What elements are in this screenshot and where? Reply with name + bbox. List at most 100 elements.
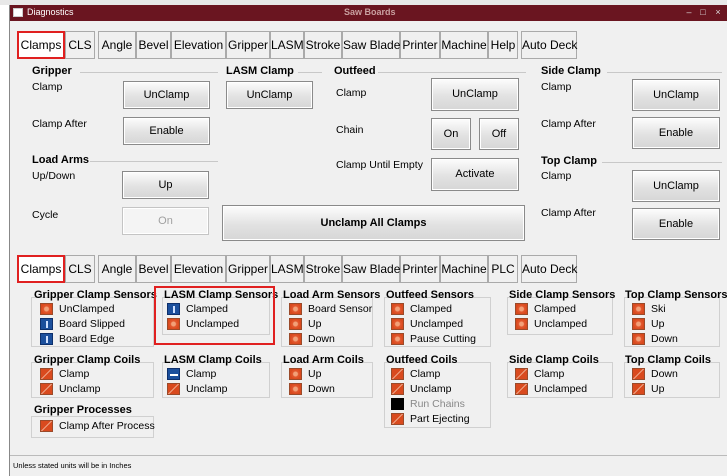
gripper-processes-title: Gripper Processes [34,404,132,416]
coil-label: Clamp [410,368,441,380]
lasm-clamp-title: LASM Clamp [226,65,294,77]
coil-icon [289,368,302,380]
unclamp-all-button[interactable]: Unclamp All Clamps [222,205,525,241]
outfeed-chain-off-button[interactable]: Off [479,118,519,150]
top-tab-auto-deck[interactable]: Auto Deck [521,31,577,59]
side-clamp-enable-button[interactable]: Enable [632,117,720,149]
load-arms-cycle-on-button[interactable]: On [122,207,209,235]
app-icon [13,8,23,17]
top-tab-saw-blade[interactable]: Saw Blade [342,31,400,59]
bottom-tab-cls[interactable]: CLS [65,255,95,283]
gripper-enable-button[interactable]: Enable [123,117,210,145]
top-tab-bevel[interactable]: Bevel [136,31,171,59]
bottom-tab-lasm[interactable]: LASM [270,255,304,283]
gripper-coils-title: Gripper Clamp Coils [34,354,141,366]
sensor-label: Pause Cutting [410,333,476,345]
indicator-icon [515,303,528,315]
coil-icon [515,368,528,380]
gripper-sensors-title: Gripper Clamp Sensors [34,289,157,301]
top-clamp-title-line [602,162,722,163]
lasm-coils-title: LASM Clamp Coils [164,354,262,366]
sensor-label: Up [308,318,322,330]
coil-icon [167,383,180,395]
minimize-icon[interactable]: – [682,7,696,18]
gripper-unclamp-button[interactable]: UnClamp [123,81,210,109]
coil-icon [391,368,404,380]
side-clamp-coils-title: Side Clamp Coils [509,354,599,366]
top-clamp-clamp-label: Clamp [541,170,572,182]
load-arms-updown-label: Up/Down [32,170,76,182]
coil-label: Clamp [186,368,217,380]
indicator-icon [289,318,302,330]
load-arms-up-button[interactable]: Up [122,171,209,199]
side-clamp-unclamp-button[interactable]: UnClamp [632,79,720,111]
load-arms-title-line [90,161,218,162]
outfeed-chain-on-button[interactable]: On [431,118,471,150]
sensor-label: Board Edge [59,333,115,345]
coil-icon [289,383,302,395]
top-clamp-unclamp-button[interactable]: UnClamp [632,170,720,202]
top-tab-cls[interactable]: CLS [65,31,95,59]
coil-label: Up [308,368,322,380]
bottom-tab-plc[interactable]: PLC [488,255,518,283]
top-tab-gripper[interactable]: Gripper [226,31,270,59]
lasm-clamp-title-line [298,72,322,73]
coil-label: Clamp [534,368,565,380]
top-clamp-enable-button[interactable]: Enable [632,208,720,240]
sensor-label: Down [308,333,335,345]
process-icon [40,420,53,432]
load-arm-sensors-title: Load Arm Sensors [283,289,381,301]
indicator-icon [515,318,528,330]
coil-label: Unclamp [410,383,452,395]
outfeed-unclamp-button[interactable]: UnClamp [431,78,519,111]
bottom-tab-stroke[interactable]: Stroke [304,255,342,283]
top-tab-machine[interactable]: Machine [440,31,488,59]
top-tab-help[interactable]: Help [488,31,518,59]
side-clamp-clamp-after-label: Clamp After [541,118,596,130]
top-tab-lasm[interactable]: LASM [270,31,304,59]
bottom-tab-elevation[interactable]: Elevation [171,255,226,283]
bottom-tab-gripper[interactable]: Gripper [226,255,270,283]
sensor-label: Ski [651,303,666,315]
coil-icon [391,383,404,395]
outfeed-activate-button[interactable]: Activate [431,158,519,191]
coil-label: Down [651,368,678,380]
coil-label: Unclamp [59,383,101,395]
coil-icon [515,383,528,395]
maximize-icon[interactable]: □ [696,7,710,18]
top-tab-elevation[interactable]: Elevation [171,31,226,59]
bottom-tab-angle[interactable]: Angle [98,255,136,283]
lasm-unclamp-button[interactable]: UnClamp [226,81,313,109]
close-icon[interactable]: × [711,7,725,18]
coil-label: Down [308,383,335,395]
bottom-tab-printer[interactable]: Printer [400,255,440,283]
bottom-tab-machine[interactable]: Machine [440,255,488,283]
top-clamp-coils-title: Top Clamp Coils [625,354,711,366]
indicator-icon [632,303,645,315]
outfeed-chain-label: Chain [336,124,364,136]
bottom-tab-clamps[interactable]: Clamps [17,255,65,283]
title-bar: Diagnostics Saw Boards – □ × [10,5,727,21]
bottom-tab-saw-blade[interactable]: Saw Blade [342,255,400,283]
top-tab-printer[interactable]: Printer [400,31,440,59]
coil-label: Clamp [59,368,90,380]
side-clamp-sensors-title: Side Clamp Sensors [509,289,616,301]
top-tab-stroke[interactable]: Stroke [304,31,342,59]
outfeed-coils-title: Outfeed Coils [386,354,458,366]
sensor-label: Board Sensor [308,303,373,315]
top-tab-clamps[interactable]: Clamps [17,31,65,59]
top-tab-angle[interactable]: Angle [98,31,136,59]
load-arms-cycle-label: Cycle [32,209,59,221]
bottom-tab-bevel[interactable]: Bevel [136,255,171,283]
bottom-tab-auto-deck[interactable]: Auto Deck [521,255,577,283]
indicator-icon [632,333,645,345]
diagnostics-window: Diagnostics Saw Boards – □ × Clamps CLS … [9,5,727,476]
sensor-label: Unclamped [410,318,464,330]
lasm-sensors-highlight [154,286,275,345]
side-clamp-title-line [607,72,722,73]
indicator-icon [40,333,53,345]
indicator-icon [40,303,53,315]
sensor-label: Up [651,318,665,330]
sensor-label: Board Slipped [59,318,125,330]
coil-label: Run Chains [410,398,465,410]
